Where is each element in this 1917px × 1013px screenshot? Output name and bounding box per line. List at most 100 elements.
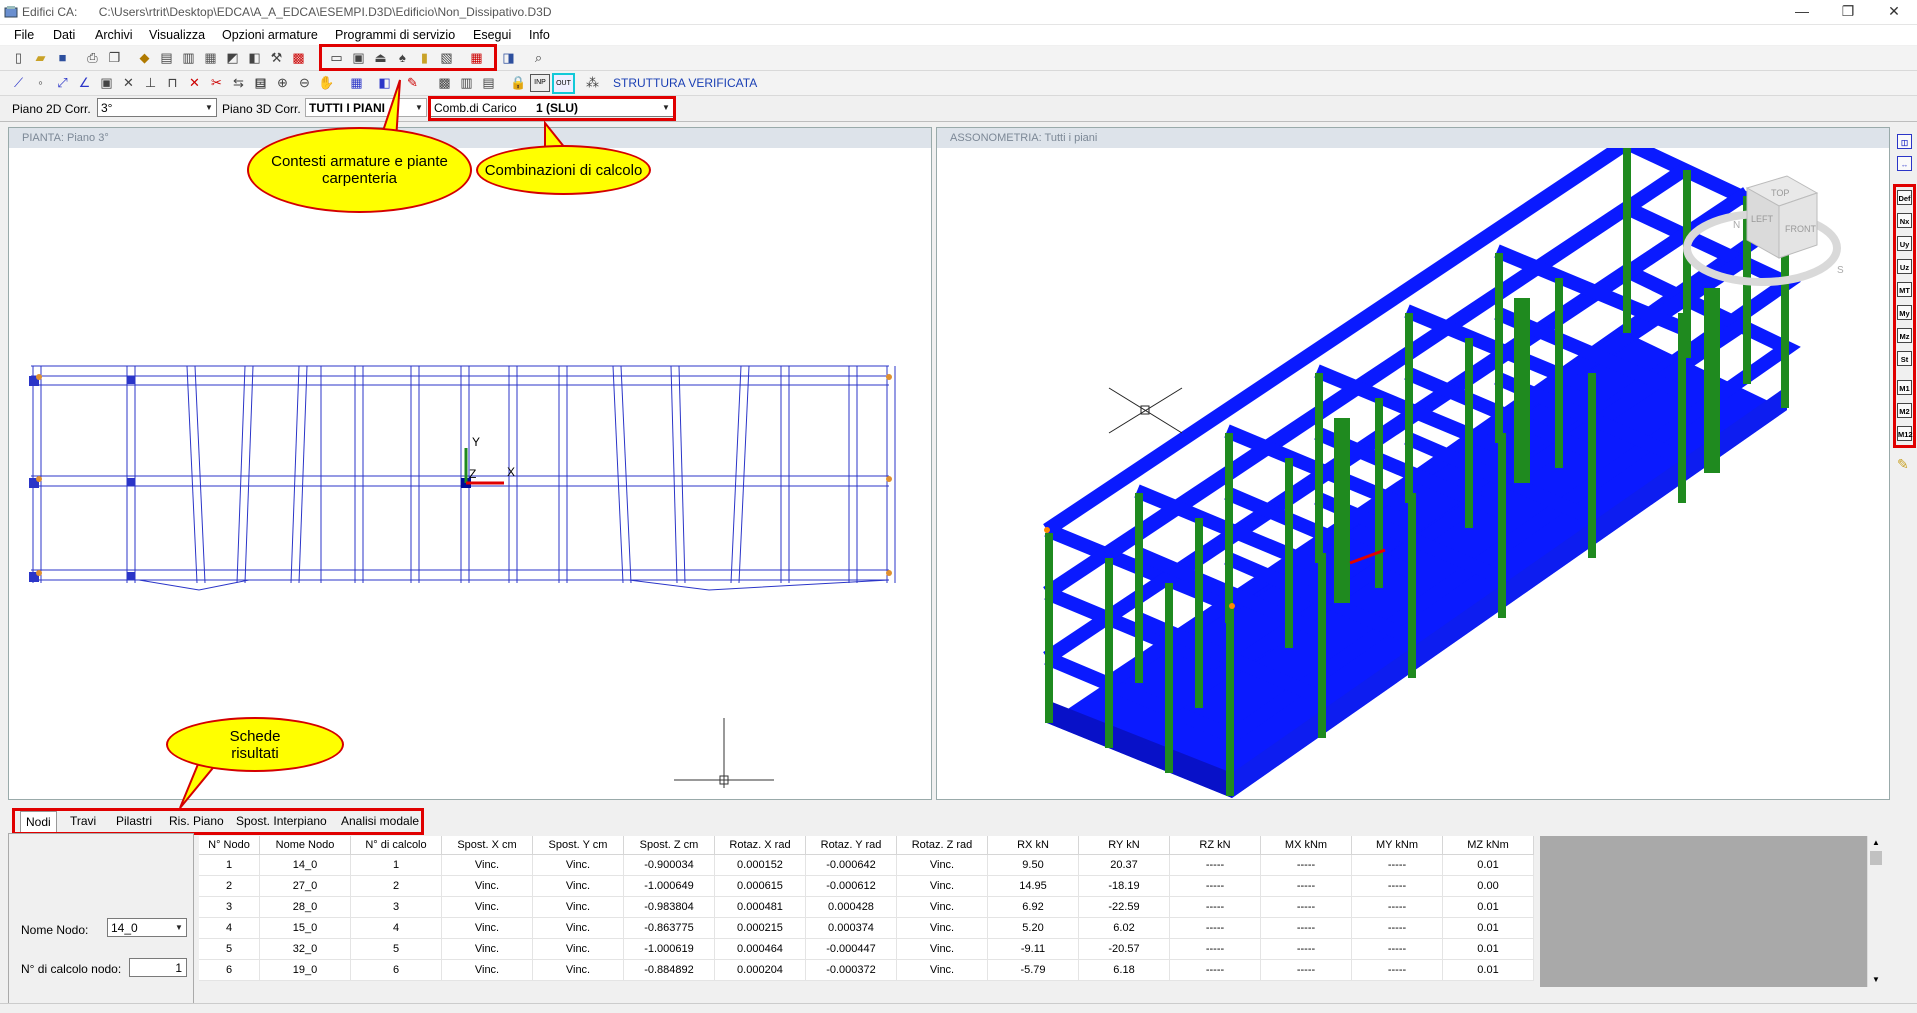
col-spost-z[interactable]: Spost. Z cm	[623, 836, 715, 855]
table-cell: 0.01	[1442, 938, 1534, 960]
table-cell: 3	[350, 896, 442, 918]
table-cell: 4	[350, 917, 442, 939]
chevron-down-icon: ▼	[175, 923, 183, 932]
col-rx[interactable]: RX kN	[987, 836, 1079, 855]
nome-nodo-label: Nome Nodo:	[21, 923, 89, 937]
table-cell: 14.95	[987, 875, 1079, 897]
table-cell: -5.79	[987, 959, 1079, 981]
table-cell: 0.000152	[714, 854, 806, 876]
col-n-nodo[interactable]: N° Nodo	[199, 836, 260, 855]
table-cell: 0.00	[1442, 875, 1534, 897]
table-cell: 5	[199, 938, 260, 960]
table-cell: -----	[1260, 938, 1352, 960]
col-mz[interactable]: MZ kNm	[1442, 836, 1534, 855]
table-cell: Vinc.	[532, 854, 624, 876]
scroll-down-icon[interactable]: ▼	[1868, 973, 1884, 987]
col-spost-y[interactable]: Spost. Y cm	[532, 836, 624, 855]
table-cell: -20.57	[1078, 938, 1170, 960]
table-cell: 0.000481	[714, 896, 806, 918]
table-cell: Vinc.	[896, 896, 988, 918]
table-cell: -----	[1351, 959, 1443, 981]
tab-analisi-modale[interactable]: Analisi modale	[341, 811, 419, 831]
table-cell: 19_0	[259, 959, 351, 981]
results-table: N° Nodo Nome Nodo N° di calcolo Spost. X…	[199, 836, 1534, 981]
table-cell: 15_0	[259, 917, 351, 939]
scroll-thumb[interactable]	[1870, 851, 1882, 865]
table-cell: Vinc.	[896, 875, 988, 897]
table-cell: 6.92	[987, 896, 1079, 918]
table-cell: Vinc.	[441, 854, 533, 876]
table-row[interactable]: 6 19_0 6 Vinc. Vinc. -0.884892 0.000204 -0.0003…	[199, 959, 1534, 981]
table-cell: 1	[199, 854, 260, 876]
table-cell: 20.37	[1078, 854, 1170, 876]
table-cell: 0.01	[1442, 896, 1534, 918]
scroll-up-icon[interactable]: ▲	[1868, 836, 1884, 850]
table-row[interactable]: 3 28_0 3 Vinc. Vinc. -0.983804 0.000481 0.00042…	[199, 896, 1534, 918]
nome-nodo-select[interactable]: 14_0 ▼	[107, 918, 187, 937]
table-cell: 0.000204	[714, 959, 806, 981]
table-cell: -----	[1351, 896, 1443, 918]
tab-nodi[interactable]: Nodi	[20, 811, 57, 832]
table-cell: 6	[199, 959, 260, 981]
col-ry[interactable]: RY kN	[1078, 836, 1170, 855]
table-cell: Vinc.	[896, 959, 988, 981]
table-cell: -0.000642	[805, 854, 897, 876]
table-cell: 6.18	[1078, 959, 1170, 981]
table-row[interactable]: 1 14_0 1 Vinc. Vinc. -0.900034 0.000152 -0.0006…	[199, 854, 1534, 876]
table-cell: 6	[350, 959, 442, 981]
tab-ris-piano[interactable]: Ris. Piano	[169, 811, 224, 831]
table-cell: 0.000215	[714, 917, 806, 939]
tab-travi[interactable]: Travi	[70, 811, 96, 831]
table-cell: -22.59	[1078, 896, 1170, 918]
table-cell: 2	[350, 875, 442, 897]
col-mx[interactable]: MX kNm	[1260, 836, 1352, 855]
table-cell: Vinc.	[441, 917, 533, 939]
table-row[interactable]: 4 15_0 4 Vinc. Vinc. -0.863775 0.000215 0.00037…	[199, 917, 1534, 939]
table-cell: 0.01	[1442, 917, 1534, 939]
table-cell: -----	[1351, 854, 1443, 876]
table-cell: -----	[1260, 959, 1352, 981]
table-cell: Vinc.	[441, 875, 533, 897]
table-cell: -0.863775	[623, 917, 715, 939]
table-cell: Vinc.	[441, 959, 533, 981]
col-rotaz-y[interactable]: Rotaz. Y rad	[805, 836, 897, 855]
table-cell: -----	[1260, 854, 1352, 876]
table-row[interactable]: 5 32_0 5 Vinc. Vinc. -1.000619 0.000464 -0.0004…	[199, 938, 1534, 960]
calcolo-nodo-label: N° di calcolo nodo:	[21, 962, 122, 976]
col-rotaz-x[interactable]: Rotaz. X rad	[714, 836, 806, 855]
table-cell: Vinc.	[532, 875, 624, 897]
table-cell: 0.000615	[714, 875, 806, 897]
table-cell: -1.000649	[623, 875, 715, 897]
table-cell: 27_0	[259, 875, 351, 897]
calcolo-nodo-input[interactable]: 1	[129, 958, 187, 977]
col-my[interactable]: MY kNm	[1351, 836, 1443, 855]
tab-spost-interpiano[interactable]: Spost. Interpiano	[236, 811, 327, 831]
col-spost-x[interactable]: Spost. X cm	[441, 836, 533, 855]
table-cell: 1	[350, 854, 442, 876]
col-nome-nodo[interactable]: Nome Nodo	[259, 836, 351, 855]
nome-nodo-value: 14_0	[111, 921, 138, 935]
callout-schede: Schede risultati	[166, 717, 344, 772]
tab-pilastri[interactable]: Pilastri	[116, 811, 152, 831]
table-scrollbar[interactable]: ▲ ▼	[1867, 836, 1884, 987]
table-cell: -----	[1260, 875, 1352, 897]
table-empty-area	[1540, 836, 1867, 987]
table-cell: -----	[1169, 854, 1261, 876]
table-cell: -0.884892	[623, 959, 715, 981]
table-cell: -9.11	[987, 938, 1079, 960]
col-n-calcolo[interactable]: N° di calcolo	[350, 836, 442, 855]
table-cell: -----	[1260, 896, 1352, 918]
table-cell: Vinc.	[896, 938, 988, 960]
callout-combinazioni: Combinazioni di calcolo	[476, 145, 651, 195]
table-cell: 6.02	[1078, 917, 1170, 939]
table-cell: Vinc.	[441, 896, 533, 918]
table-cell: -18.19	[1078, 875, 1170, 897]
col-rotaz-z[interactable]: Rotaz. Z rad	[896, 836, 988, 855]
table-cell: 5	[350, 938, 442, 960]
table-cell: 0.01	[1442, 959, 1534, 981]
col-rz[interactable]: RZ kN	[1169, 836, 1261, 855]
table-cell: 3	[199, 896, 260, 918]
table-cell: 0.000464	[714, 938, 806, 960]
table-cell: -0.000612	[805, 875, 897, 897]
table-row[interactable]: 2 27_0 2 Vinc. Vinc. -1.000649 0.000615 -0.0006…	[199, 875, 1534, 897]
